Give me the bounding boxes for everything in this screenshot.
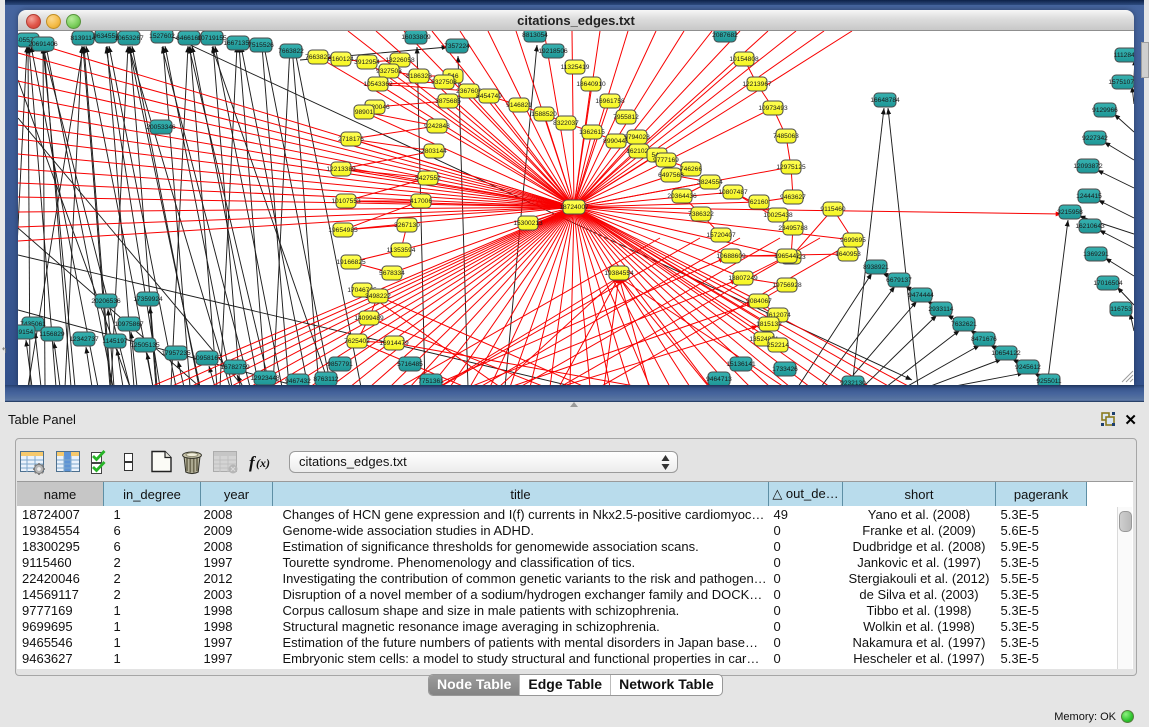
svg-text:f: f — [249, 453, 257, 472]
svg-text:(x): (x) — [256, 456, 270, 470]
